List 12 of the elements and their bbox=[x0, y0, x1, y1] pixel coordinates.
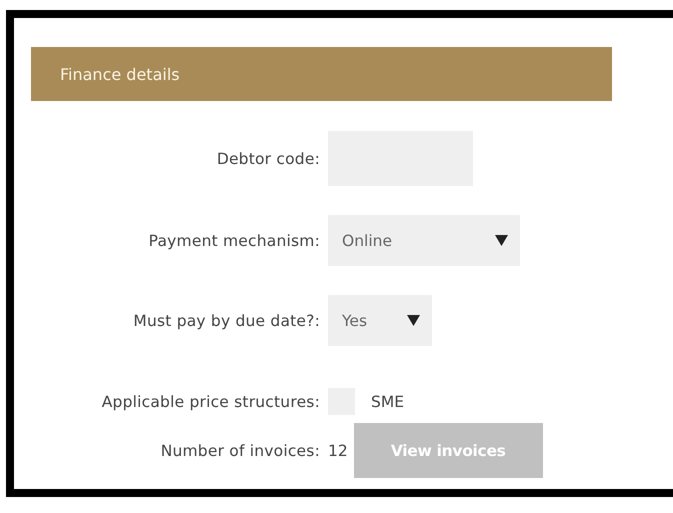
field-label: Debtor code: bbox=[216, 150, 320, 168]
option-label: SME bbox=[371, 392, 404, 410]
section-title: Finance details bbox=[60, 64, 180, 84]
field-label: Must pay by due date?: bbox=[133, 312, 320, 330]
caret-icon bbox=[407, 315, 420, 326]
field-label: Number of invoices: bbox=[160, 442, 320, 460]
field-label: Payment mechanism: bbox=[148, 232, 320, 250]
caret-icon bbox=[495, 235, 508, 246]
dropdown[interactable]: Online bbox=[328, 215, 520, 266]
invoice-count: 12 bbox=[328, 442, 348, 460]
field-label: Applicable price structures: bbox=[102, 392, 320, 410]
dropdown[interactable]: Yes bbox=[328, 295, 432, 346]
